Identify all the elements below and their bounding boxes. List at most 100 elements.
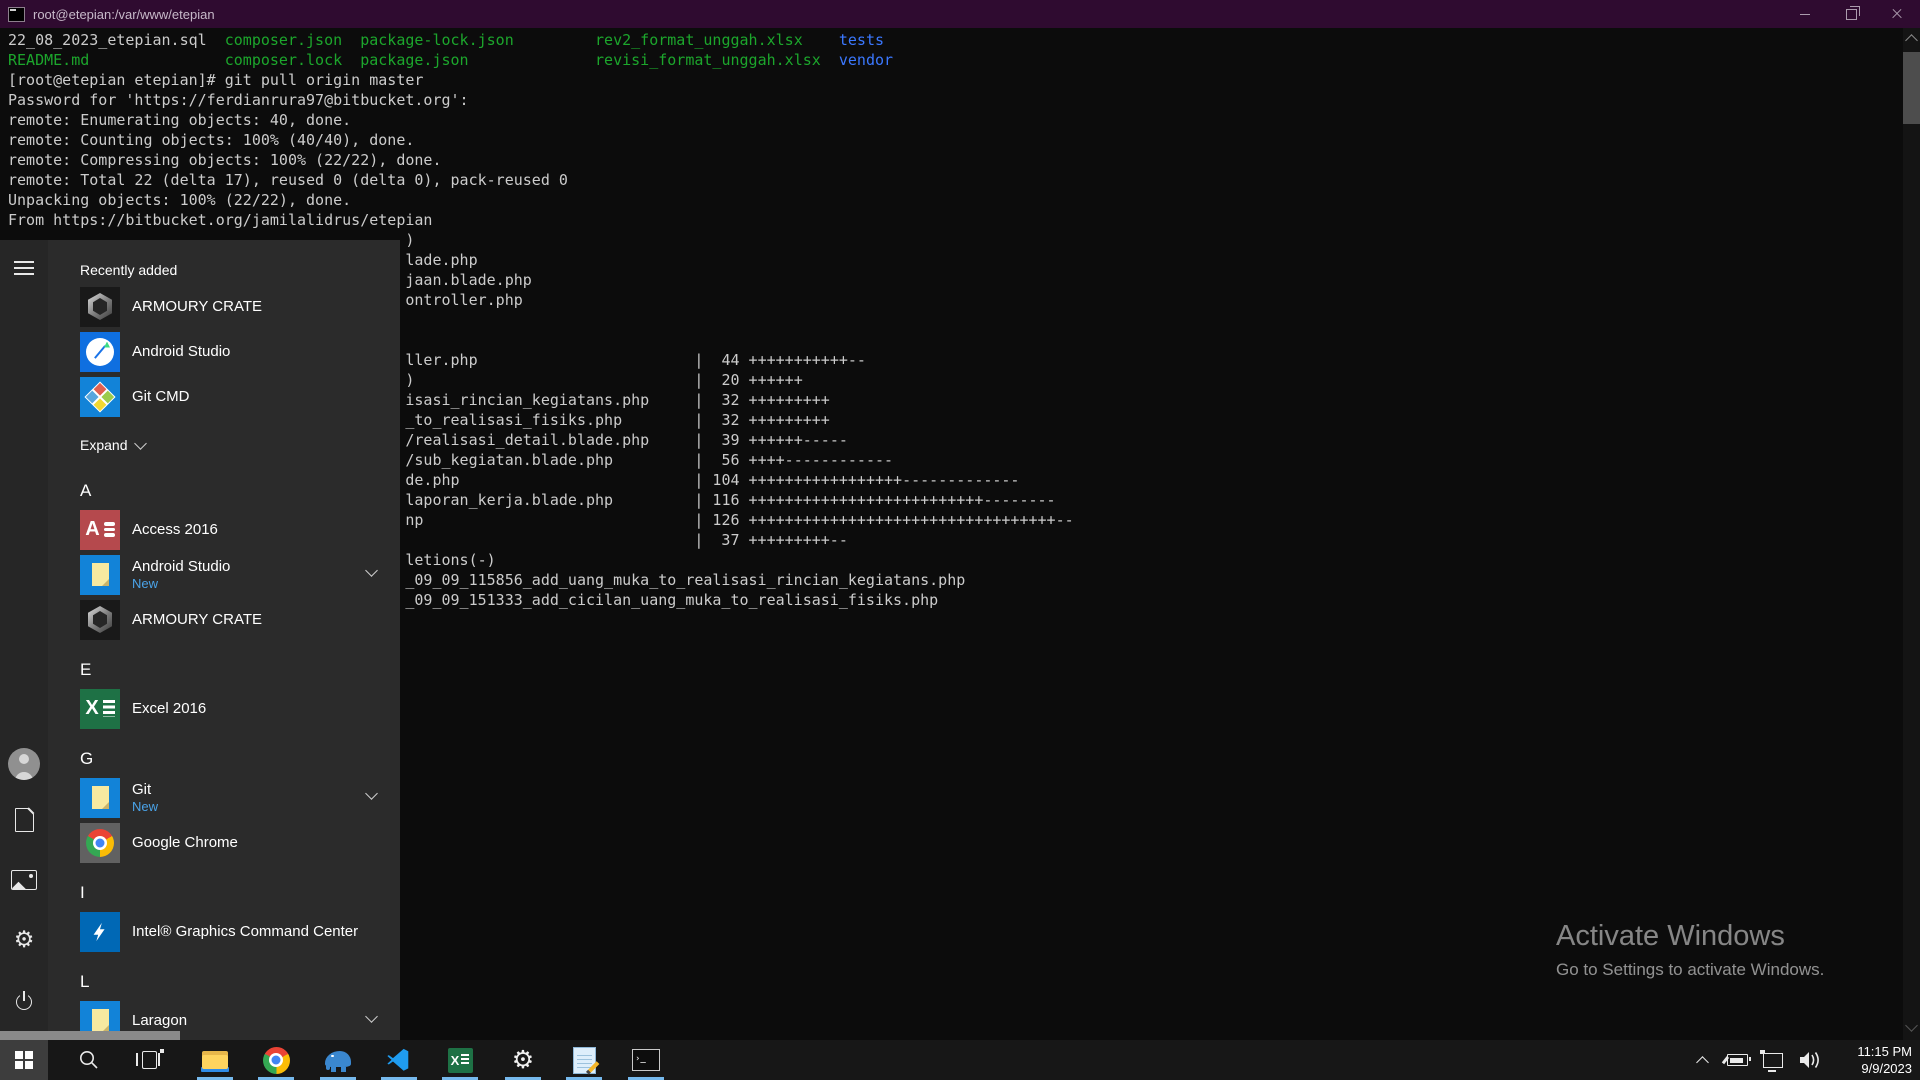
taskbar-search-button[interactable] [65, 1040, 113, 1080]
folder-icon [80, 778, 120, 818]
terminal-text: _to_realisasi_fisiks.php [405, 411, 622, 429]
start-menu-item-armoury-crate[interactable]: ARMOURY CRATE [80, 597, 392, 642]
terminal-line: From https://bitbucket.org/jamilalidrus/… [8, 210, 1074, 230]
taskbar-settings-button[interactable] [499, 1040, 547, 1080]
terminal-scrollbar[interactable] [1903, 28, 1920, 1040]
speaker-icon [1797, 1049, 1823, 1071]
rail-user-button[interactable] [0, 740, 48, 788]
app-label: Access 2016 [132, 521, 218, 538]
terminal-text: package.json [360, 51, 468, 69]
terminal-text: ) [405, 231, 414, 249]
start-menu-item-git[interactable]: GitNew [80, 775, 392, 820]
intel-icon [80, 912, 120, 952]
section-letter-a[interactable]: A [80, 475, 392, 507]
chevron-down-icon [135, 437, 148, 450]
window-controls [1782, 0, 1920, 28]
rail-pictures-button[interactable] [0, 856, 48, 904]
expand-button[interactable]: Expand [80, 427, 392, 463]
app-label: ARMOURY CRATE [132, 298, 262, 315]
network-button[interactable] [1754, 1040, 1792, 1080]
restore-button[interactable] [1828, 0, 1874, 28]
terminal-line: remote: Enumerating objects: 40, done. [8, 110, 1074, 130]
terminal-text: | 32 +++++++++ [694, 411, 829, 429]
app-label: Intel® Graphics Command Center [132, 923, 358, 940]
app-label: Git CMD [132, 388, 190, 405]
section-letter-e[interactable]: E [80, 654, 392, 686]
gear-icon [14, 929, 35, 952]
start-menu-item-git-cmd[interactable]: Git CMD [80, 374, 392, 419]
chevron-down-icon[interactable] [365, 564, 378, 577]
taskbar-console-button[interactable] [622, 1040, 670, 1080]
scrollbar-thumb[interactable] [1903, 52, 1920, 124]
terminal-text: lade.php [405, 251, 477, 269]
chevron-down-icon[interactable] [365, 1010, 378, 1023]
taskbar-php-button[interactable] [314, 1040, 362, 1080]
app-label: Laragon [132, 1012, 187, 1029]
taskbar-notepad-button[interactable] [560, 1040, 608, 1080]
file-explorer-icon [201, 1049, 229, 1072]
start-menu-item-android-studio[interactable]: Android StudioNew [80, 552, 392, 597]
start-menu-item-armoury-crate[interactable]: ARMOURY CRATE [80, 284, 392, 329]
start-menu-scrollbar[interactable] [0, 1031, 180, 1040]
start-menu-item-intel-graphics-command-center[interactable]: Intel® Graphics Command Center [80, 909, 392, 954]
power-icon [13, 991, 35, 1013]
rail-power-button[interactable] [0, 978, 48, 1026]
volume-button[interactable] [1792, 1040, 1828, 1080]
taskbar-vscode-button[interactable] [375, 1040, 423, 1080]
section-letter-l[interactable]: L [80, 966, 392, 998]
minimize-button[interactable] [1782, 0, 1828, 28]
start-menu-item-excel-2016[interactable]: XExcel 2016 [80, 686, 392, 731]
close-button[interactable] [1874, 0, 1920, 28]
scroll-down-icon[interactable] [1903, 1019, 1920, 1036]
battery-button[interactable] [1718, 1040, 1754, 1080]
taskbar-task-view-button[interactable] [125, 1040, 173, 1080]
terminal-line: remote: Compressing objects: 100% (22/22… [8, 150, 1074, 170]
taskbar-clock[interactable]: 11:15 PM 9/9/2023 [1828, 1043, 1912, 1077]
terminal-line: remote: Counting objects: 100% (40/40), … [8, 130, 1074, 150]
taskbar: X 11:15 PM 9/9/2023 [0, 1040, 1920, 1080]
tray-overflow-button[interactable] [1686, 1040, 1718, 1080]
terminal-text: np [405, 511, 423, 529]
gear-icon [512, 1047, 534, 1073]
terminal-text: package-lock.json [360, 31, 514, 49]
section-letter-g[interactable]: G [80, 743, 392, 775]
terminal-text: README.md [8, 51, 89, 69]
terminal-line: remote: Total 22 (delta 17), reused 0 (d… [8, 170, 1074, 190]
window-title: root@etepian:/var/www/etepian [33, 7, 1782, 22]
terminal-text: /realisasi_detail.blade.php [405, 431, 649, 449]
recently-added-label: Recently added [80, 256, 392, 284]
network-icon [1763, 1053, 1783, 1068]
task-view-icon [136, 1051, 162, 1069]
armoury-icon [80, 287, 120, 327]
pictures-icon [11, 870, 37, 890]
taskbar-chrome-button[interactable] [252, 1040, 300, 1080]
scroll-up-icon[interactable] [1903, 32, 1920, 49]
php-elephant-icon [323, 1049, 353, 1072]
section-letter-i[interactable]: I [80, 877, 392, 909]
terminal-text: remote: Counting objects: 100% (40/40), … [8, 131, 414, 149]
start-menu-item-access-2016[interactable]: A Access 2016 [80, 507, 392, 552]
activate-windows-watermark: Activate Windows Go to Settings to activ… [1556, 920, 1824, 980]
terminal-text: remote: Enumerating objects: 40, done. [8, 111, 351, 129]
start-button[interactable] [0, 1040, 48, 1080]
console-icon [632, 1049, 660, 1071]
terminal-text: rev2_format_unggah.xlsx [595, 31, 803, 49]
watermark-title: Activate Windows [1556, 920, 1824, 953]
rail-settings-button[interactable] [0, 916, 48, 964]
terminal-text: /sub_kegiatan.blade.php [405, 451, 613, 469]
terminal-text: | 104 +++++++++++++++++------------- [694, 471, 1019, 489]
terminal-text: | 126 ++++++++++++++++++++++++++++++++++… [694, 511, 1073, 529]
terminal-text: isasi_rincian_kegiatans.php [405, 391, 649, 409]
taskbar-excel-button[interactable]: X [436, 1040, 484, 1080]
terminal-text: ller.php [405, 351, 477, 369]
rail-menu-button[interactable] [0, 244, 48, 292]
terminal-text: From https://bitbucket.org/jamilalidrus/… [8, 211, 432, 229]
chevron-up-icon [1696, 1056, 1709, 1069]
start-menu-item-android-studio[interactable]: Android Studio [80, 329, 392, 374]
access-icon: A [80, 510, 120, 550]
rail-documents-button[interactable] [0, 796, 48, 844]
start-menu-item-google-chrome[interactable]: Google Chrome [80, 820, 392, 865]
taskbar-file-explorer-button[interactable] [191, 1040, 239, 1080]
chevron-down-icon[interactable] [365, 787, 378, 800]
app-label: ARMOURY CRATE [132, 611, 262, 628]
